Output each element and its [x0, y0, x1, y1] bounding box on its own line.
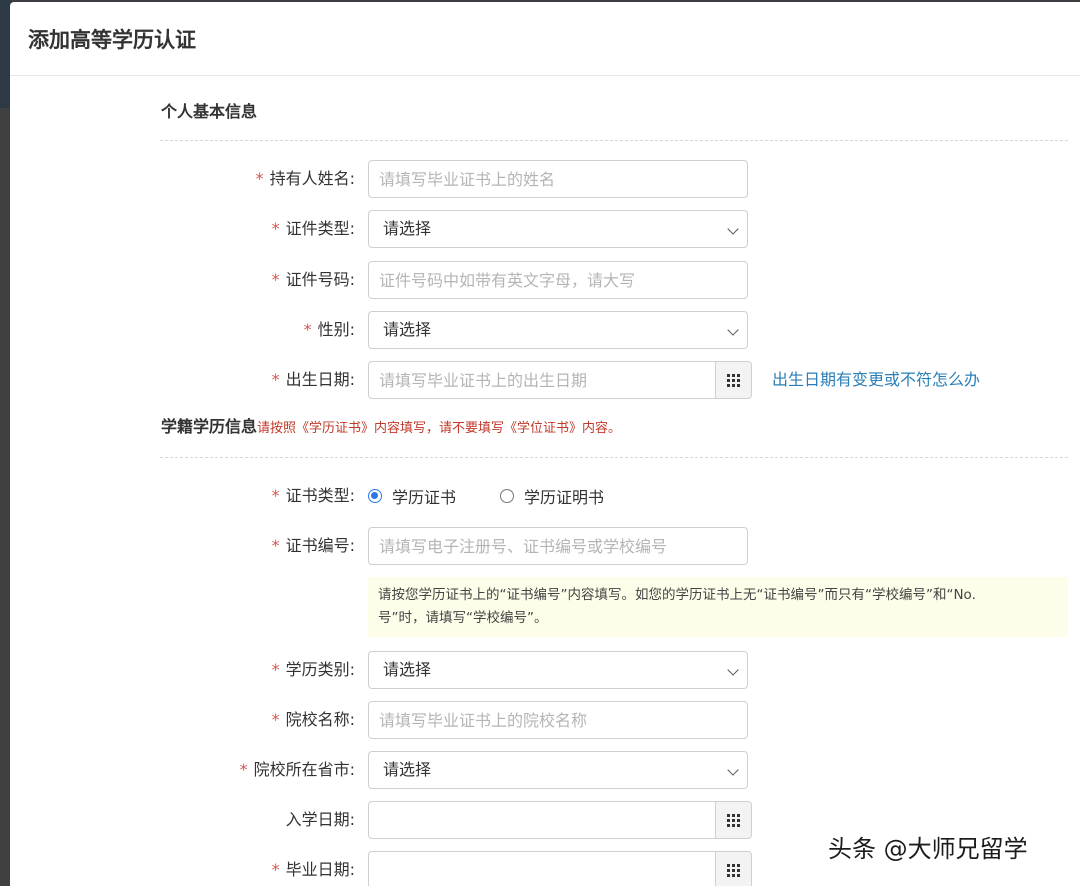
calendar-icon [727, 864, 740, 877]
row-cert-number: * 证书编号: [10, 527, 1080, 565]
radio-checked-icon[interactable] [368, 489, 382, 503]
section-education-note: 请按照《学历证书》内容填写，请不要填写《学位证书》内容。 [257, 421, 622, 436]
row-school-name: * 院校名称: [10, 701, 1080, 739]
grad-date-field[interactable] [368, 851, 716, 886]
cert-number-hint: 请按您学历证书上的“证书编号”内容填写。如您的学历证书上无“证书编号”而只有“学… [368, 577, 1068, 637]
row-cert-type: * 证书类型: 学历证书 学历证明书 [10, 477, 1080, 515]
cert-type-radio-diploma[interactable]: 学历证书 [368, 484, 456, 508]
row-school-province: * 院校所在省市: 请选择 [10, 751, 1080, 789]
birth-date-label: * 出生日期: [271, 370, 355, 389]
holder-name-label: * 持有人姓名: [255, 169, 355, 188]
row-id-type: * 证件类型: 请选择 [10, 210, 1080, 248]
holder-name-field[interactable] [368, 160, 748, 198]
gender-select[interactable]: 请选择 [368, 311, 748, 349]
enroll-date-input[interactable] [369, 802, 715, 838]
enroll-date-field[interactable] [368, 801, 716, 839]
row-birth-date: *出生日期: 出生日期有变更或不符怎么办 [10, 361, 1080, 399]
gender-label: * 性别: [303, 320, 355, 339]
dialog-header: 添加高等学历认证 [10, 2, 1080, 76]
row-gender: * 性别: 请选择 [10, 311, 1080, 349]
id-type-select[interactable]: 请选择 [368, 210, 748, 248]
calendar-icon [727, 374, 740, 387]
school-province-select[interactable]: 请选择 [368, 751, 748, 789]
calendar-icon [727, 814, 740, 827]
id-type-label: * 证件类型: [271, 219, 355, 238]
cert-number-input[interactable] [369, 528, 747, 564]
id-number-input[interactable] [369, 262, 747, 298]
enroll-date-calendar-button[interactable] [716, 801, 752, 839]
edu-category-select[interactable]: 请选择 [368, 651, 748, 689]
birth-date-help-link[interactable]: 出生日期有变更或不符怎么办 [772, 361, 980, 399]
chevron-down-icon [727, 664, 739, 676]
section-education-title: 学籍学历信息请按照《学历证书》内容填写，请不要填写《学位证书》内容。 [161, 417, 622, 436]
section-divider [160, 457, 1068, 458]
row-holder-name: * 持有人姓名: [10, 160, 1080, 198]
grad-date-calendar-button[interactable] [716, 851, 752, 886]
cert-number-label: * 证书编号: [271, 536, 355, 555]
school-name-field[interactable] [368, 701, 748, 739]
edu-category-label: * 学历类别: [271, 660, 355, 679]
id-number-field[interactable] [368, 261, 748, 299]
watermark: 头条 @大师兄留学 [828, 835, 1028, 863]
cert-number-field[interactable] [368, 527, 748, 565]
radio-unchecked-icon[interactable] [500, 489, 515, 503]
dialog-title: 添加高等学历认证 [28, 27, 196, 52]
chevron-down-icon [727, 223, 739, 235]
row-id-number: * 证件号码: [10, 261, 1080, 299]
chevron-down-icon [727, 324, 739, 336]
id-number-label: * 证件号码: [271, 270, 355, 289]
section-divider [160, 140, 1068, 141]
school-name-label: * 院校名称: [271, 710, 355, 729]
cert-type-label: * 证书类型: [271, 486, 355, 505]
enroll-date-label: 入学日期: [285, 810, 355, 829]
birth-date-calendar-button[interactable] [716, 361, 752, 399]
grad-date-label: * 毕业日期: [271, 860, 355, 879]
birth-date-input[interactable] [369, 362, 715, 398]
birth-date-field[interactable] [368, 361, 716, 399]
grad-date-input[interactable] [369, 852, 715, 886]
school-province-label: * 院校所在省市: [239, 760, 355, 779]
section-personal-title: 个人基本信息 [161, 102, 258, 121]
chevron-down-icon [727, 764, 739, 776]
add-education-dialog: 添加高等学历认证 个人基本信息 *持有人姓名: *证件类型: 请选择 *证件号码… [10, 2, 1080, 886]
holder-name-input[interactable] [369, 161, 747, 197]
cert-type-radio-group: 学历证书 学历证明书 [368, 477, 648, 515]
cert-type-radio-certificate[interactable]: 学历证明书 [500, 484, 604, 508]
school-name-input[interactable] [369, 702, 747, 738]
row-edu-category: * 学历类别: 请选择 [10, 651, 1080, 689]
